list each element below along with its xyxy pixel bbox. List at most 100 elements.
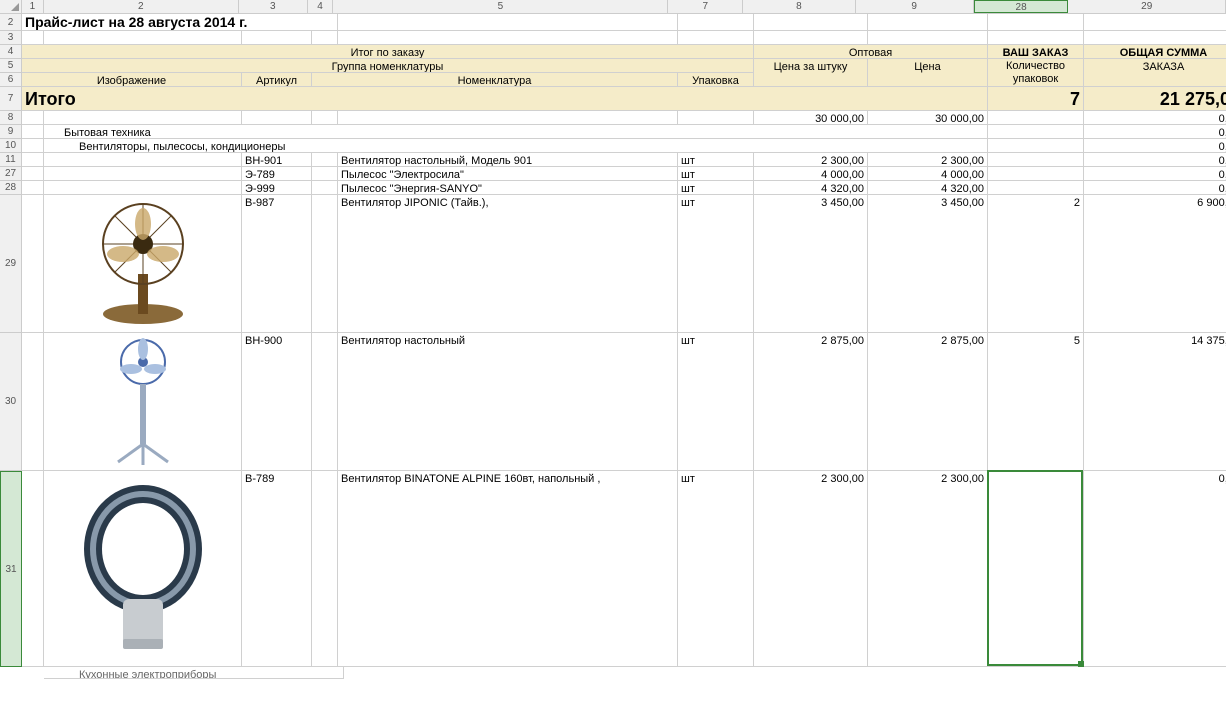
cell[interactable]: [22, 111, 44, 125]
row-header[interactable]: 4: [0, 45, 22, 59]
cell[interactable]: [338, 14, 678, 31]
row-header[interactable]: 31: [0, 471, 22, 667]
cell[interactable]: [22, 167, 44, 181]
cell[interactable]: [22, 195, 44, 333]
header-qty: Количество упаковок: [988, 59, 1084, 87]
row-header[interactable]: 27: [0, 167, 22, 181]
category-row: Вентиляторы, пылесосы, кондиционеры: [44, 139, 988, 153]
cell[interactable]: [44, 31, 242, 45]
cell[interactable]: [988, 31, 1084, 45]
col-header[interactable]: 29: [1068, 0, 1226, 13]
cell[interactable]: [44, 167, 242, 181]
cell[interactable]: [22, 153, 44, 167]
cell[interactable]: [22, 125, 44, 139]
totals-label: Итого: [22, 87, 988, 111]
cell[interactable]: [22, 471, 44, 667]
cell-qty[interactable]: 5: [988, 333, 1084, 471]
cell[interactable]: [242, 31, 312, 45]
page-title: Прайс-лист на 28 августа 2014 г.: [22, 14, 338, 31]
col-header[interactable]: 7: [668, 0, 743, 13]
cell[interactable]: [312, 111, 338, 125]
col-header[interactable]: 1: [22, 0, 44, 13]
col-header[interactable]: 3: [239, 0, 308, 13]
cell[interactable]: [1084, 14, 1226, 31]
header-sku: Артикул: [242, 73, 312, 87]
cell[interactable]: [312, 31, 338, 45]
cell-qty[interactable]: 2: [988, 195, 1084, 333]
cell-sum: 0,00: [1084, 181, 1226, 195]
cell[interactable]: [754, 14, 868, 31]
row-header[interactable]: 5: [0, 59, 22, 73]
col-header[interactable]: 8: [743, 0, 855, 13]
cell[interactable]: [22, 139, 44, 153]
cell-qty[interactable]: [988, 153, 1084, 167]
cell-sku: ВН-901: [242, 153, 312, 167]
cell[interactable]: [312, 153, 338, 167]
cell-price: 2 300,00: [868, 153, 988, 167]
cell[interactable]: [1084, 31, 1226, 45]
header-wholesale: Оптовая: [754, 45, 988, 59]
row-header[interactable]: 9: [0, 125, 22, 139]
row-header[interactable]: 8: [0, 111, 22, 125]
col-header[interactable]: 9: [856, 0, 974, 13]
cell-price: 4 000,00: [754, 167, 868, 181]
cell[interactable]: [22, 181, 44, 195]
row-header[interactable]: 10: [0, 139, 22, 153]
cell[interactable]: [242, 111, 312, 125]
row-header[interactable]: 28: [0, 181, 22, 195]
cell-sum: 0,00: [1084, 471, 1226, 667]
cell[interactable]: [678, 31, 754, 45]
select-all-corner[interactable]: [0, 0, 22, 14]
col-header[interactable]: 4: [308, 0, 334, 13]
cell[interactable]: [988, 111, 1084, 125]
cell[interactable]: [44, 153, 242, 167]
cell-sum: 6 900,00: [1084, 195, 1226, 333]
cell[interactable]: [312, 181, 338, 195]
cell[interactable]: [312, 195, 338, 333]
header-total-sum: ОБЩАЯ СУММА: [1084, 45, 1226, 59]
cell-price: 2 875,00: [868, 333, 988, 471]
row-header[interactable]: 6: [0, 73, 22, 87]
cell[interactable]: [338, 31, 678, 45]
cell[interactable]: [312, 333, 338, 471]
cell[interactable]: [22, 31, 44, 45]
cell[interactable]: [988, 14, 1084, 31]
totals-qty: 7: [988, 87, 1084, 111]
row-header[interactable]: 7: [0, 87, 22, 111]
row-header[interactable]: 3: [0, 31, 22, 45]
category-row: Кухонные электроприборы: [44, 667, 344, 679]
cell[interactable]: [22, 333, 44, 471]
cell-sum: 0,00: [1084, 139, 1226, 153]
col-header[interactable]: 2: [44, 0, 239, 13]
cell-price: 30 000,00: [868, 111, 988, 125]
row-header[interactable]: 29: [0, 195, 22, 333]
cell[interactable]: [868, 31, 988, 45]
header-group: Группа номенклатуры: [22, 59, 754, 73]
row-header[interactable]: 30: [0, 333, 22, 471]
cell-qty[interactable]: [988, 181, 1084, 195]
cell-qty[interactable]: [988, 167, 1084, 181]
product-image-fan-desk: [44, 195, 242, 333]
cell-qty[interactable]: [988, 471, 1084, 667]
cell[interactable]: [44, 181, 242, 195]
col-header[interactable]: 28: [974, 0, 1069, 13]
cell[interactable]: [312, 167, 338, 181]
cell-unit: шт: [678, 333, 754, 471]
cell[interactable]: [988, 139, 1084, 153]
cell-sum: 0,00: [1084, 125, 1226, 139]
cell-sum: 14 375,00: [1084, 333, 1226, 471]
cell[interactable]: [312, 471, 338, 667]
cell-price: 3 450,00: [868, 195, 988, 333]
cell[interactable]: [338, 111, 678, 125]
cell[interactable]: [678, 111, 754, 125]
cell[interactable]: [988, 125, 1084, 139]
cell[interactable]: [868, 14, 988, 31]
cell-name: Вентилятор настольный: [338, 333, 678, 471]
cell[interactable]: [754, 31, 868, 45]
col-header[interactable]: 5: [333, 0, 668, 13]
cell[interactable]: [678, 14, 754, 31]
cell-unit: шт: [678, 167, 754, 181]
cell[interactable]: [44, 111, 242, 125]
row-header[interactable]: 11: [0, 153, 22, 167]
row-header[interactable]: 2: [0, 14, 22, 31]
